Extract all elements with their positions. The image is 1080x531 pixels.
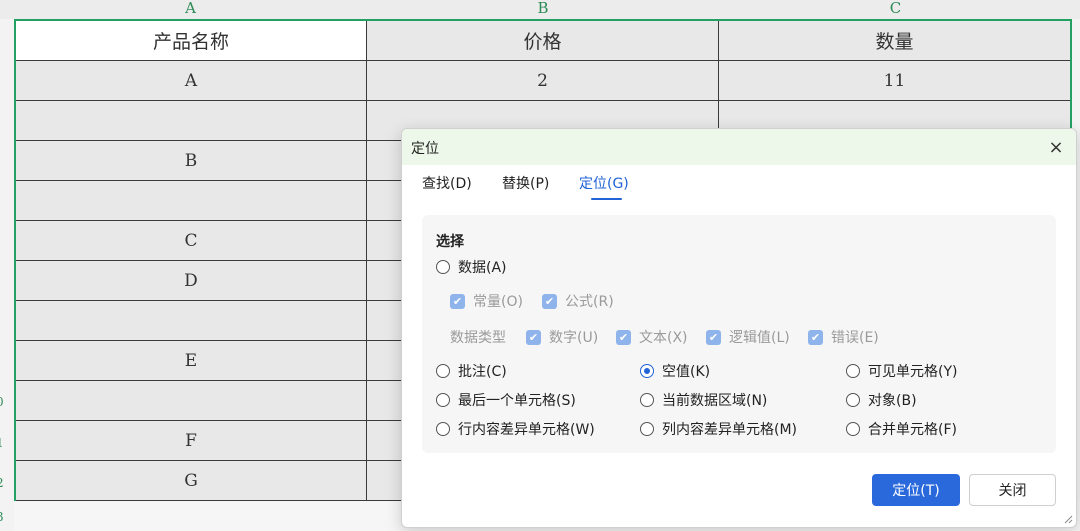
table-cell[interactable] — [16, 381, 367, 421]
checkbox-number[interactable]: ✔ — [526, 329, 541, 345]
option-column-differences-label: 列内容差异单元格(M) — [662, 422, 798, 438]
option-current-region[interactable]: 当前数据区域(N) — [640, 390, 767, 410]
close-button[interactable]: 关闭 — [969, 474, 1056, 506]
option-row-differences[interactable]: 行内容差异单元格(W) — [436, 419, 595, 439]
column-header-c[interactable]: C — [719, 0, 1072, 19]
option-comments[interactable]: 批注(C) — [436, 361, 507, 381]
option-last-cell-label: 最后一个单元格(S) — [458, 393, 576, 409]
option-constants-label: 常量(O) — [473, 294, 523, 310]
resize-grip-icon[interactable] — [1063, 514, 1073, 524]
table-cell[interactable]: F — [16, 421, 367, 461]
option-text[interactable]: ✔ 文本(X) — [616, 327, 688, 347]
table-cell[interactable]: C — [16, 221, 367, 261]
radio-visible-cells[interactable] — [846, 364, 860, 378]
table-cell[interactable] — [16, 301, 367, 341]
checkbox-logical[interactable]: ✔ — [706, 329, 721, 345]
row-number-11[interactable]: 1 — [0, 437, 8, 449]
go-to-dialog: 定位 × 查找(D) 替换(P) 定位(G) 选择 数据(A) ✔ 常量(O) … — [401, 128, 1077, 528]
radio-row-differences[interactable] — [436, 422, 450, 436]
option-error[interactable]: ✔ 错误(E) — [808, 327, 879, 347]
active-tab-indicator — [591, 198, 622, 200]
radio-merged-cells[interactable] — [846, 422, 860, 436]
table-cell[interactable] — [16, 101, 367, 141]
tab-find[interactable]: 查找(D) — [422, 173, 472, 193]
option-objects[interactable]: 对象(B) — [846, 390, 917, 410]
radio-data[interactable] — [436, 260, 450, 274]
option-constants[interactable]: ✔ 常量(O) — [450, 291, 523, 311]
option-blanks[interactable]: 空值(K) — [640, 361, 710, 381]
option-visible-cells[interactable]: 可见单元格(Y) — [846, 361, 957, 381]
dialog-title: 定位 — [411, 141, 439, 157]
header-cell[interactable]: 价格 — [367, 21, 719, 61]
option-blanks-label: 空值(K) — [662, 364, 711, 380]
tab-goto[interactable]: 定位(G) — [579, 173, 629, 193]
checkbox-formula[interactable]: ✔ — [542, 293, 557, 309]
row-number-12[interactable]: 2 — [0, 477, 8, 489]
tab-replace[interactable]: 替换(P) — [502, 173, 549, 193]
radio-column-differences[interactable] — [640, 422, 654, 436]
radio-comments[interactable] — [436, 364, 450, 378]
section-title: 选择 — [436, 234, 464, 250]
row-number-10[interactable]: 0 — [0, 396, 8, 408]
table-cell[interactable]: 2 — [367, 61, 719, 101]
option-text-label: 文本(X) — [639, 330, 688, 346]
close-icon[interactable]: × — [1044, 135, 1068, 159]
option-formula-label: 公式(R) — [565, 294, 614, 310]
locate-button[interactable]: 定位(T) — [872, 474, 960, 506]
table-cell[interactable] — [16, 181, 367, 221]
row-number-gutter: 0 1 2 3 — [0, 19, 14, 531]
option-logical-label: 逻辑值(L) — [729, 330, 790, 346]
radio-current-region[interactable] — [640, 393, 654, 407]
column-header-bar: A B C — [0, 0, 1080, 19]
option-merged-cells-label: 合并单元格(F) — [868, 422, 957, 438]
option-data[interactable]: 数据(A) — [436, 257, 507, 277]
row-number-13[interactable]: 3 — [0, 511, 8, 523]
option-number[interactable]: ✔ 数字(U) — [526, 327, 598, 347]
table-cell[interactable]: E — [16, 341, 367, 381]
option-current-region-label: 当前数据区域(N) — [662, 393, 768, 409]
option-data-label: 数据(A) — [458, 260, 507, 276]
dialog-titlebar[interactable]: 定位 × — [402, 129, 1076, 165]
data-type-label: 数据类型 — [450, 330, 506, 346]
option-last-cell[interactable]: 最后一个单元格(S) — [436, 390, 576, 410]
header-cell[interactable]: 数量 — [719, 21, 1070, 61]
table-cell[interactable]: G — [16, 461, 367, 501]
option-comments-label: 批注(C) — [458, 364, 507, 380]
option-logical[interactable]: ✔ 逻辑值(L) — [706, 327, 790, 347]
radio-objects[interactable] — [846, 393, 860, 407]
checkbox-error[interactable]: ✔ — [808, 329, 823, 345]
table-cell[interactable]: A — [16, 61, 367, 101]
radio-last-cell[interactable] — [436, 393, 450, 407]
table-cell[interactable]: B — [16, 141, 367, 181]
option-column-differences[interactable]: 列内容差异单元格(M) — [640, 419, 797, 439]
header-cell[interactable]: 产品名称 — [16, 21, 367, 61]
table-cell[interactable]: D — [16, 261, 367, 301]
table-cell[interactable]: 11 — [719, 61, 1070, 101]
selection-panel: 选择 数据(A) ✔ 常量(O) ✔ 公式(R) 数据类型 ✔ 数字(U) ✔ … — [422, 215, 1056, 453]
option-formula[interactable]: ✔ 公式(R) — [542, 291, 614, 311]
option-row-differences-label: 行内容差异单元格(W) — [458, 422, 595, 438]
option-number-label: 数字(U) — [549, 330, 599, 346]
option-visible-cells-label: 可见单元格(Y) — [868, 364, 958, 380]
option-objects-label: 对象(B) — [868, 393, 917, 409]
option-error-label: 错误(E) — [831, 330, 879, 346]
checkbox-constants[interactable]: ✔ — [450, 293, 465, 309]
column-header-b[interactable]: B — [367, 0, 719, 19]
option-merged-cells[interactable]: 合并单元格(F) — [846, 419, 957, 439]
radio-blanks[interactable] — [640, 364, 654, 378]
column-header-a[interactable]: A — [14, 0, 367, 19]
checkbox-text[interactable]: ✔ — [616, 329, 631, 345]
